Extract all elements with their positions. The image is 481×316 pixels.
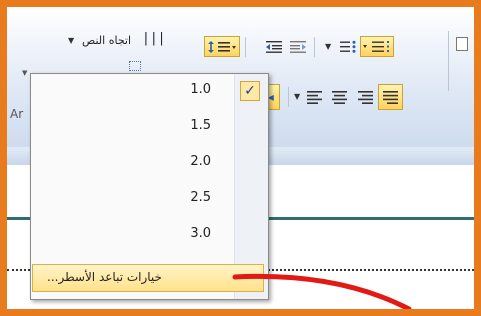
screenshot-frame: ▼ اتجاه النص ||| ▼ ▼ Ar ▼ 1.0 ✓ 1.5 2.0 … <box>7 7 474 309</box>
annotation-curve <box>232 273 412 309</box>
